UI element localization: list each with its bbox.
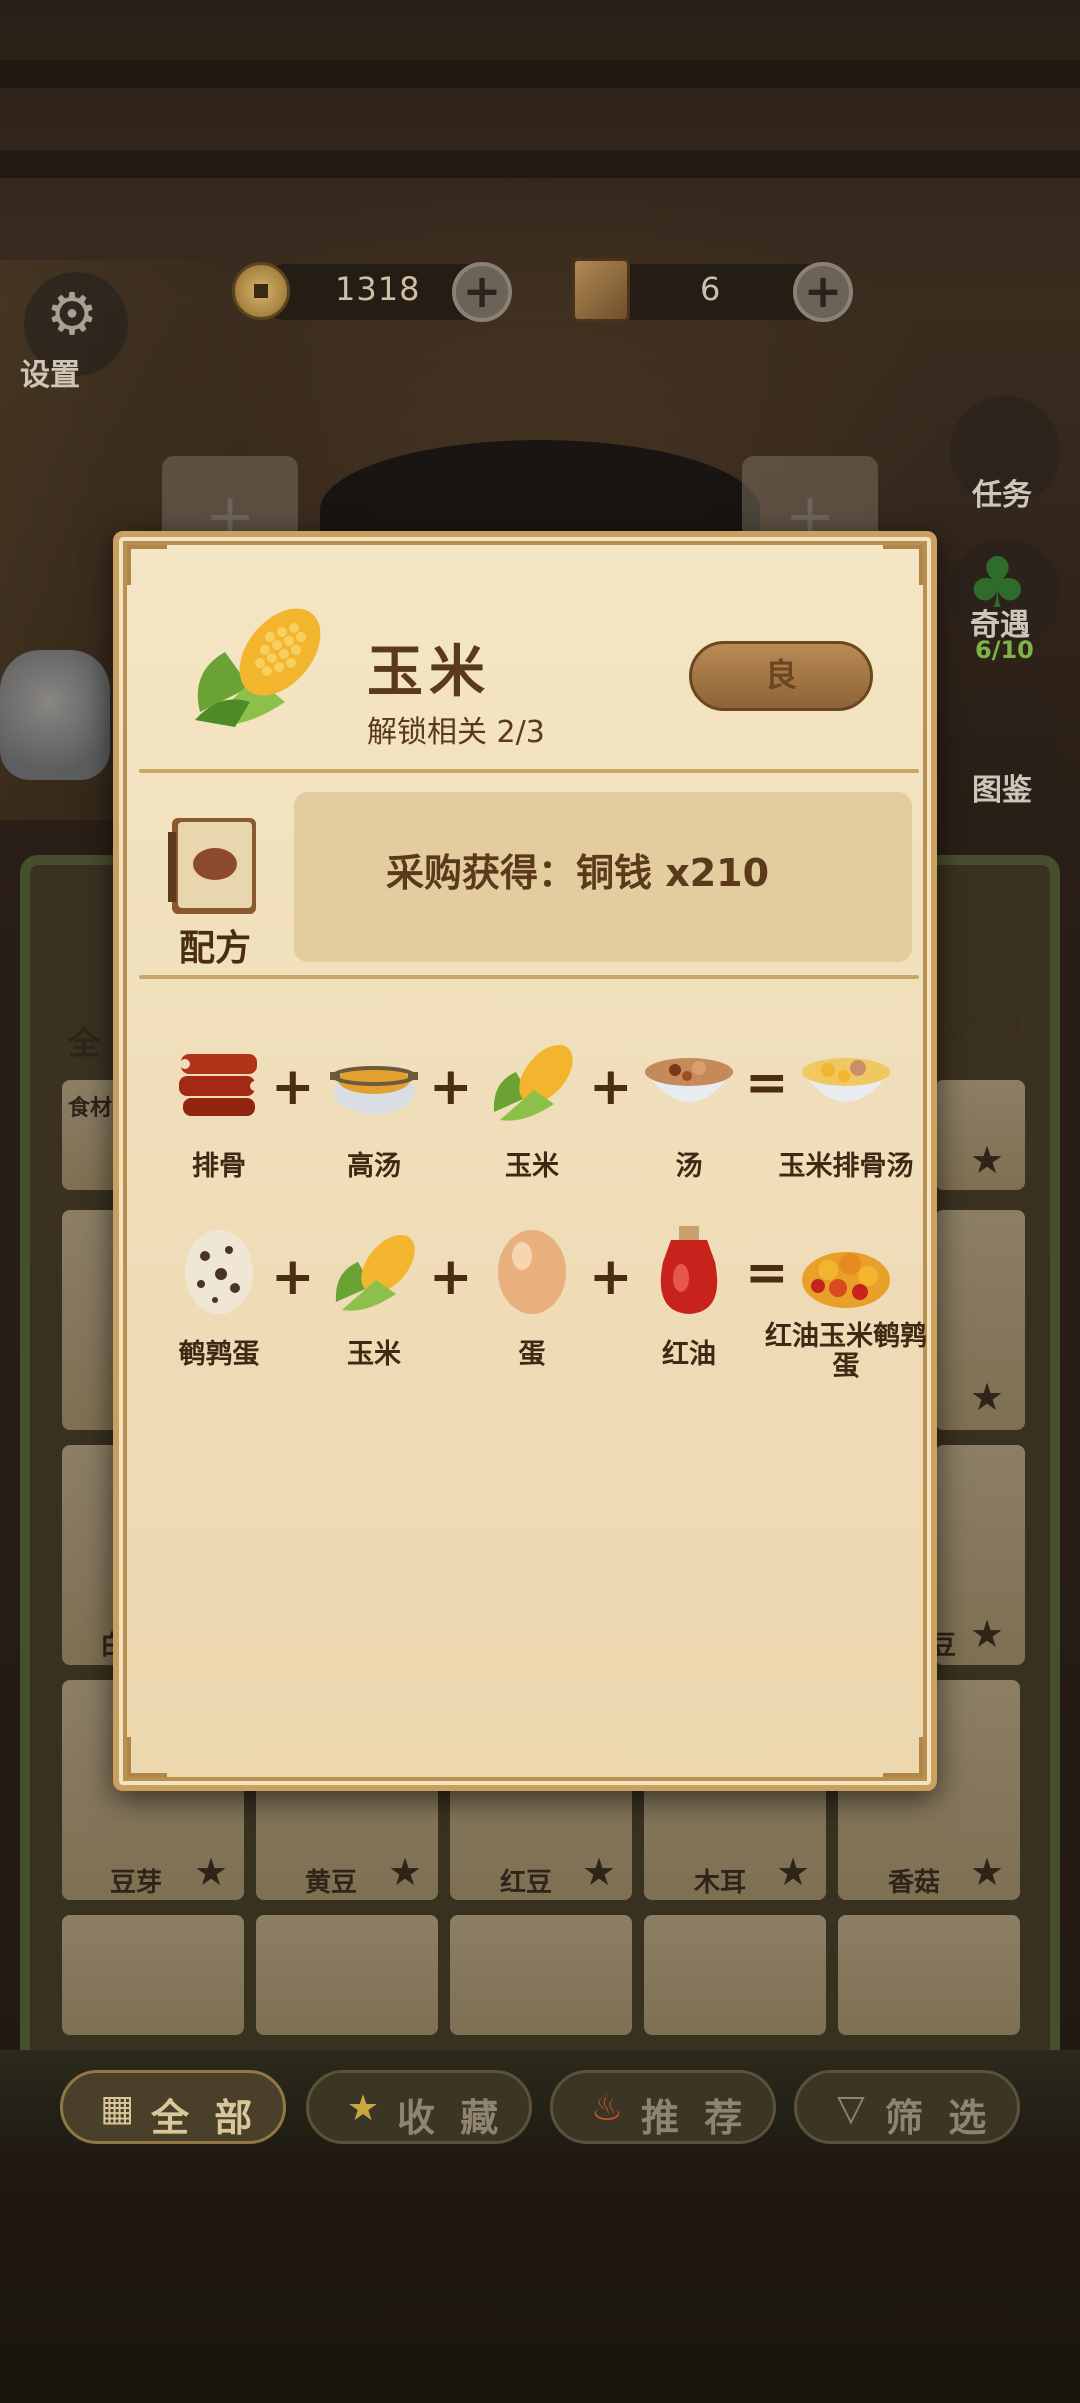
ingredient-card[interactable] xyxy=(256,1915,438,2035)
ingredient-name: 玉米 xyxy=(505,1151,559,1182)
recipe-book-icon xyxy=(168,818,256,914)
ingredient-name: 红豆 xyxy=(500,1868,553,1898)
porcelain-vase xyxy=(0,650,110,780)
ingredient-card[interactable] xyxy=(450,1915,632,2035)
ingredient-name: 香菇 xyxy=(888,1868,941,1898)
dish-name: 红油玉米鹌鹑蛋 xyxy=(765,1321,927,1382)
ingredient-detail-dialog: 玉米 解锁相关 2/3 良 配方 采购获得：铜钱 x210 排骨 + 高汤 + xyxy=(113,531,937,1791)
ingredient-name: 排骨 xyxy=(192,1151,246,1182)
recipe-ingredient[interactable]: 排骨 xyxy=(164,1032,274,1182)
divider xyxy=(139,769,919,773)
gear-icon: ⚙ xyxy=(46,280,98,348)
recipe-output[interactable]: 玉米排骨汤 xyxy=(779,1032,914,1182)
recipe-label: 配方 xyxy=(179,928,252,969)
corn-icon xyxy=(335,1234,415,1311)
book-amount: 6 xyxy=(700,270,722,308)
favorite-star-icon[interactable]: ★ xyxy=(194,1850,228,1894)
frame-corner xyxy=(127,545,167,585)
soup-icon xyxy=(645,1058,733,1102)
tab-favorites[interactable]: ★ 收 藏 xyxy=(306,2070,532,2144)
ingredient-name: 高汤 xyxy=(347,1151,401,1182)
egg-icon xyxy=(498,1230,566,1314)
recipe-ingredient[interactable]: 玉米 xyxy=(319,1222,429,1370)
acquire-text: 采购获得：铜钱 x210 xyxy=(386,851,770,895)
tab-recommended[interactable]: ♨ 推 荐 xyxy=(550,2070,776,2144)
recipe-ingredient[interactable]: 蛋 xyxy=(477,1222,587,1370)
divider xyxy=(139,975,919,979)
plus-icon: + xyxy=(589,1247,633,1307)
recipe-ingredient[interactable]: 鹌鹑蛋 xyxy=(164,1222,274,1370)
codex-label: 图鉴 xyxy=(972,773,1032,808)
chili-oil-icon xyxy=(660,1226,718,1314)
grade-badge[interactable]: 良 xyxy=(689,641,873,711)
ingredient-name: 木耳 xyxy=(694,1868,747,1898)
favorite-star-icon[interactable]: ★ xyxy=(970,1375,1004,1419)
recipe-output[interactable]: 红油玉米鹌鹑蛋 xyxy=(765,1222,927,1382)
plus-icon: + xyxy=(271,1247,315,1307)
item-title: 玉米 xyxy=(367,640,491,705)
ingredient-card[interactable] xyxy=(644,1915,826,2035)
ceiling-beam xyxy=(0,60,1080,88)
favorite-star-icon[interactable]: ★ xyxy=(388,1850,422,1894)
recipe-ingredient[interactable]: 玉米 xyxy=(477,1032,587,1182)
recipe-ingredient[interactable]: 红油 xyxy=(634,1222,744,1370)
unlock-progress: 解锁相关 2/3 xyxy=(367,715,545,750)
favorite-star-icon[interactable]: ★ xyxy=(970,1612,1004,1656)
quail-egg-icon xyxy=(185,1230,253,1314)
encounter-progress: 6/10 xyxy=(975,636,1034,664)
settings-label: 设置 xyxy=(20,358,80,393)
ceiling-beam xyxy=(0,150,1080,178)
acquire-info: 采购获得：铜钱 x210 xyxy=(294,792,912,962)
ingredient-name: 鹌鹑蛋 xyxy=(178,1339,260,1370)
add-coins-button[interactable]: + xyxy=(452,262,512,322)
recipe-book-icon xyxy=(572,258,630,322)
corn-icon xyxy=(195,608,321,727)
corn-icon xyxy=(493,1044,573,1121)
ingredient-name: 汤 xyxy=(675,1151,703,1182)
corn-rib-soup-icon xyxy=(802,1058,890,1102)
dish-name: 玉米排骨汤 xyxy=(778,1151,914,1182)
grid-icon: ▦ xyxy=(99,2088,134,2129)
frame-corner xyxy=(883,545,923,585)
favorite-star-icon[interactable]: ★ xyxy=(582,1850,616,1894)
favorite-star-icon[interactable]: ★ xyxy=(776,1850,810,1894)
favorite-star-icon[interactable]: ★ xyxy=(970,1850,1004,1894)
ingredient-tag: 食材 xyxy=(68,1096,113,1121)
ingredient-name: 红油 xyxy=(662,1339,716,1370)
plus-icon: + xyxy=(429,1247,473,1307)
filter-icon: ▽ xyxy=(837,2088,865,2129)
copper-coin-icon xyxy=(232,262,290,320)
tab-all[interactable]: ▦ 全 部 xyxy=(60,2070,286,2144)
ingredient-name: 黄豆 xyxy=(305,1868,358,1898)
favorite-star-icon[interactable]: ★ xyxy=(970,1138,1004,1182)
equals-icon: = xyxy=(745,1243,789,1303)
star-icon: ★ xyxy=(346,2088,380,2129)
ingredient-card[interactable] xyxy=(838,1915,1020,2035)
plus-icon: + xyxy=(429,1057,473,1117)
tab-filter[interactable]: ▽ 筛 选 xyxy=(794,2070,1020,2144)
ribs-icon xyxy=(179,1054,260,1116)
ingredient-name: 玉米 xyxy=(347,1339,401,1370)
recipe-ingredient[interactable]: 高汤 xyxy=(319,1032,429,1182)
ingredient-card[interactable] xyxy=(62,1915,244,2035)
task-label: 任务 xyxy=(972,478,1032,513)
add-books-button[interactable]: + xyxy=(793,262,853,322)
coin-amount: 1318 xyxy=(335,270,421,308)
equals-icon: = xyxy=(745,1053,789,1113)
plus-icon: + xyxy=(589,1057,633,1117)
fire-icon: ♨ xyxy=(590,2088,624,2129)
ingredient-name: 蛋 xyxy=(518,1339,546,1370)
recipe-ingredient[interactable]: 汤 xyxy=(634,1032,744,1182)
chili-corn-quail-egg-icon xyxy=(802,1252,890,1308)
filter-all-chip[interactable]: 全 xyxy=(68,1018,100,1064)
ingredient-name: 豆芽 xyxy=(110,1868,163,1898)
broth-icon xyxy=(330,1066,418,1114)
collection-count: 1/571 xyxy=(940,1010,1027,1045)
frame-corner xyxy=(883,1737,923,1777)
frame-corner xyxy=(127,1737,167,1777)
plus-icon: + xyxy=(271,1057,315,1117)
